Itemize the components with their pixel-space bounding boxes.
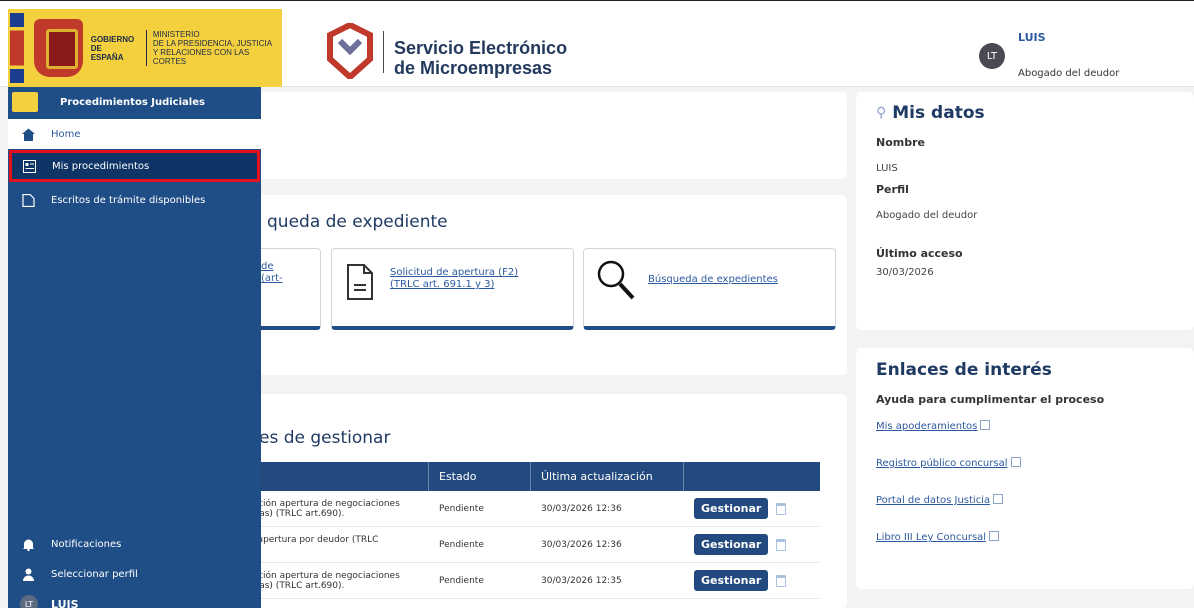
header-user-role: Abogado del deudor (1018, 68, 1120, 79)
sidebar-item-mis-procedimientos[interactable]: Mis procedimientos (9, 150, 260, 182)
row-updated: 30/03/2026 12:36 (541, 539, 622, 550)
sidebar-item-escritos-label[interactable]: Escritos de trámite disponibles (51, 195, 205, 206)
gestionar-button[interactable]: Gestionar (694, 498, 769, 519)
link-mis-apoderamientos-text[interactable]: Mis apoderamientos (876, 421, 977, 432)
government-mini-logo-icon (12, 92, 38, 112)
welcome-panel (229, 92, 847, 179)
trash-icon[interactable] (776, 538, 787, 551)
search-icon (597, 260, 635, 300)
enlaces-title: Enlaces de interés (876, 360, 1052, 380)
app-title-line2: de Microempresas (394, 58, 553, 78)
user-icon: ⚲ (876, 105, 887, 121)
sidebar-item-notificaciones-label[interactable]: Notificaciones (51, 539, 121, 550)
list-icon (23, 159, 36, 173)
card-partial-link[interactable]: de (art- (261, 261, 321, 285)
trash-icon[interactable] (776, 574, 787, 587)
app-title-line1: Servicio Electrónico (394, 38, 568, 58)
link-libro-iii-ley-concursal[interactable]: Libro III Ley Concursal (876, 531, 1000, 543)
sidebar-item-seleccionar-perfil-label[interactable]: Seleccionar perfil (51, 569, 138, 580)
table-header: Estado Última actualización (229, 462, 820, 491)
perfil-value: Abogado del deudor (876, 210, 978, 221)
row-status: Pendiente (439, 575, 484, 586)
sidebar-menu: Procedimientos Judiciales Home Mis proce… (8, 87, 261, 608)
ultimo-acceso-label: Último acceso (876, 247, 963, 260)
row-updated: 30/03/2026 12:35 (541, 575, 622, 586)
sidebar-header: Procedimientos Judiciales (8, 87, 261, 117)
external-link-icon (993, 494, 1004, 504)
person-icon (23, 568, 34, 581)
sidebar-user[interactable]: LT LUIS (8, 589, 261, 608)
bell-icon (23, 539, 34, 551)
row-actions: Gestionar (684, 491, 820, 527)
sidebar-item-escritos[interactable]: Escritos de trámite disponibles (8, 185, 261, 215)
sidebar-item-home-label[interactable]: Home (51, 129, 81, 140)
row-actions: Gestionar (684, 527, 820, 563)
nombre-label: Nombre (876, 136, 925, 149)
government-label: GOBIERNO DE ESPAÑA (90, 34, 135, 62)
app-logo-icon (327, 23, 373, 79)
perfil-label: Perfil (876, 183, 909, 196)
card-busqueda-expedientes[interactable]: Búsqueda de expedientes (583, 248, 836, 330)
pending-table: Estado Última actualización tación apert… (229, 462, 820, 599)
document-icon (22, 193, 35, 207)
link-registro-publico-concursal[interactable]: Registro público concursal (876, 457, 1021, 469)
ministry-label: MINISTERIO DE LA PRESIDENCIA, JUSTICIA Y… (145, 30, 282, 66)
app-title: Servicio Electrónico de Microempresas (394, 38, 634, 78)
external-link-icon (1010, 457, 1021, 467)
government-logo: GOBIERNO DE ESPAÑA MINISTERIO DE LA PRES… (8, 9, 282, 87)
card-solicitud-apertura[interactable]: Solicitud de apertura (F2) (TRLC art. 69… (331, 248, 574, 330)
enlaces-subtitle: Ayuda para cumplimentar el proceso (876, 393, 1105, 406)
ultimo-acceso-value: 30/03/2026 (876, 267, 934, 278)
gestionar-button[interactable]: Gestionar (694, 570, 769, 591)
link-portal-text[interactable]: Portal de datos Justicia (876, 495, 990, 506)
card-solicitud-apertura-label[interactable]: Solicitud de apertura (F2) (TRLC art. 69… (390, 267, 518, 290)
app-header: GOBIERNO DE ESPAÑA MINISTERIO DE LA PRES… (0, 0, 1194, 87)
document-icon (347, 264, 373, 300)
pending-section-title: es de gestionar (259, 428, 391, 448)
column-header-ultima-actualizacion[interactable]: Última actualización (531, 462, 684, 491)
sidebar-item-home[interactable]: Home (8, 119, 261, 149)
row-status: Pendiente (439, 503, 484, 514)
nombre-value: LUIS (876, 163, 898, 174)
eu-flag-icon (10, 13, 24, 83)
column-header-estado[interactable]: Estado (429, 462, 531, 491)
sidebar-item-mis-procedimientos-label[interactable]: Mis procedimientos (52, 161, 149, 172)
row-updated: 30/03/2026 12:36 (541, 503, 622, 514)
sidebar-item-seleccionar-perfil[interactable]: Seleccionar perfil (8, 559, 261, 589)
external-link-icon (989, 531, 1000, 541)
table-row: d apertura por deudor (TRLC ). Pendiente… (229, 527, 820, 563)
external-link-icon (980, 420, 991, 430)
table-row: tación apertura de negociaciones esas) (… (229, 563, 820, 599)
link-libro-text[interactable]: Libro III Ley Concursal (876, 532, 986, 543)
row-actions: Gestionar (684, 563, 820, 599)
logo-divider (383, 31, 384, 73)
mis-datos-title: ⚲ Mis datos (876, 103, 985, 123)
link-registro-text[interactable]: Registro público concursal (876, 458, 1008, 469)
gestionar-button[interactable]: Gestionar (694, 534, 769, 555)
sidebar-item-notificaciones[interactable]: Notificaciones (8, 529, 261, 559)
link-mis-apoderamientos[interactable]: Mis apoderamientos (876, 420, 991, 432)
table-row: tación apertura de negociaciones esas) (… (229, 491, 820, 527)
sidebar-user-avatar[interactable]: LT (20, 595, 38, 608)
column-header-actions (684, 462, 820, 491)
card-solicitud-apertura-link[interactable]: Solicitud de apertura (F2) (TRLC art. 69… (390, 267, 530, 291)
user-avatar[interactable]: LT (979, 43, 1005, 69)
home-icon (22, 128, 35, 141)
header-user-name[interactable]: LUIS (1018, 31, 1046, 44)
search-section-title: queda de expediente (267, 212, 448, 232)
row-status: Pendiente (439, 539, 484, 550)
coat-of-arms-icon (33, 19, 83, 77)
mis-datos-panel: ⚲ Mis datos Nombre LUIS Perfil Abogado d… (856, 92, 1194, 330)
enlaces-panel: Enlaces de interés Ayuda para cumpliment… (856, 348, 1194, 589)
trash-icon[interactable] (776, 502, 787, 515)
sidebar-user-name[interactable]: LUIS (51, 598, 79, 608)
mis-datos-title-text: Mis datos (892, 103, 985, 123)
link-portal-datos-justicia[interactable]: Portal de datos Justicia (876, 494, 1004, 506)
sidebar-title: Procedimientos Judiciales (60, 96, 205, 108)
card-busqueda-expedientes-link[interactable]: Búsqueda de expedientes (648, 274, 778, 286)
